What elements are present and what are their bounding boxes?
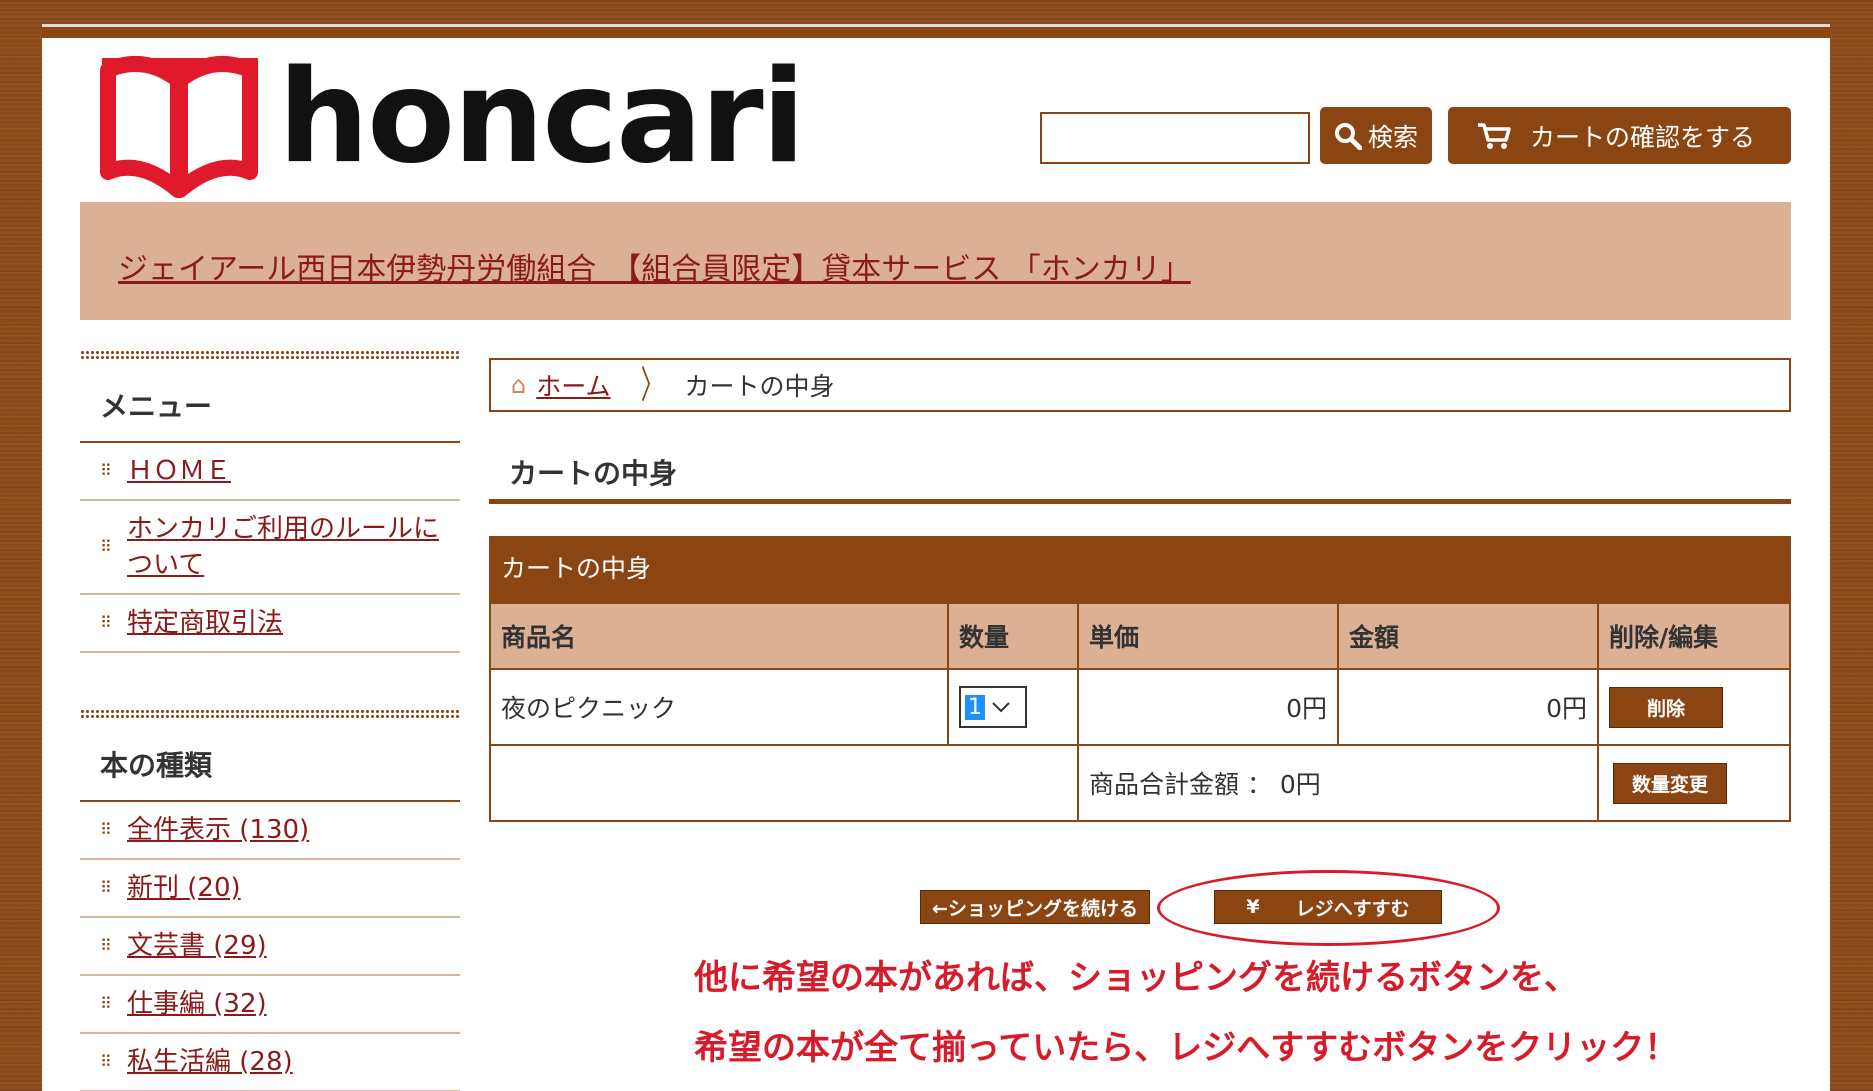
- breadcrumb: ⌂ ホーム 〉 カートの中身: [489, 358, 1791, 412]
- search-icon: [1334, 122, 1362, 150]
- action-cell: 削除: [1597, 668, 1791, 746]
- sidebar-item-label[interactable]: 特定商取引法: [127, 608, 283, 638]
- sidebar-item-new[interactable]: ⠿ 新刊 (20): [80, 860, 460, 918]
- column-header-amount: 金額: [1337, 602, 1599, 670]
- dotted-divider: [80, 709, 460, 718]
- sidebar-item-rules[interactable]: ⠿ ホンカリご利用のルールについて: [80, 501, 460, 595]
- total-row: 商品合計金額 ： 0円 数量変更: [489, 744, 1791, 822]
- sidebar-item-label[interactable]: 私生活編 (28): [127, 1047, 293, 1077]
- cart-icon: [1478, 122, 1511, 149]
- category-heading: 本の種類: [80, 718, 460, 802]
- annotation-line-1: 他に希望の本があれば、ショッピングを続けるボタンを、: [694, 958, 1578, 998]
- total-amount: 商品合計金額 ： 0円: [1077, 744, 1599, 822]
- chevron-right-icon: 〉: [640, 363, 663, 407]
- sidebar-item-label[interactable]: ＨＯＭＥ: [127, 456, 231, 486]
- sidebar-item-commerce-law[interactable]: ⠿ 特定商取引法: [80, 595, 460, 653]
- sidebar-item-private-life[interactable]: ⠿ 私生活編 (28): [80, 1034, 460, 1091]
- site-banner: ジェイアール西日本伊勢丹労働組合 【組合員限定】貸本サービス 「ホンカリ」: [80, 202, 1791, 320]
- sidebar-item-label[interactable]: 仕事編 (32): [127, 989, 267, 1019]
- home-icon: ⌂: [511, 371, 527, 399]
- total-spacer: [489, 744, 1079, 822]
- unit-price: 0円: [1077, 668, 1339, 746]
- sidebar-item-work[interactable]: ⠿ 仕事編 (32): [80, 976, 460, 1034]
- column-header-unit-price: 単価: [1077, 602, 1339, 670]
- logo-wordmark: honcari: [278, 43, 805, 192]
- breadcrumb-home-link[interactable]: ホーム: [536, 367, 610, 403]
- category-list: ⠿ 全件表示 (130) ⠿ 新刊 (20) ⠿ 文芸書 (29) ⠿ 仕事編 …: [80, 802, 460, 1091]
- table-header-row: 商品名 数量 単価 金額 削除/編集: [489, 602, 1791, 670]
- cart-table: カートの中身 商品名 数量 単価 金額 削除/編集 夜のピクニック 1 0円 0…: [489, 536, 1791, 822]
- bullet-icon: ⠿: [100, 936, 112, 955]
- menu-list: ⠿ ＨＯＭＥ ⠿ ホンカリご利用のルールについて ⠿ 特定商取引法: [80, 443, 460, 653]
- bullet-icon: ⠿: [100, 878, 112, 897]
- sidebar: メニュー ⠿ ＨＯＭＥ ⠿ ホンカリご利用のルールについて ⠿ 特定商取引法 本…: [80, 350, 460, 1091]
- breadcrumb-current: カートの中身: [684, 372, 835, 401]
- delete-button[interactable]: 削除: [1609, 686, 1723, 728]
- sidebar-item-label[interactable]: 文芸書 (29): [127, 931, 267, 961]
- quantity-value: 1: [965, 694, 985, 720]
- quantity-cell: 1: [947, 668, 1079, 746]
- bullet-icon: ⠿: [100, 537, 112, 556]
- view-cart-button[interactable]: カートの確認をする: [1448, 107, 1791, 164]
- sidebar-item-home[interactable]: ⠿ ＨＯＭＥ: [80, 443, 460, 501]
- bullet-icon: ⠿: [100, 613, 112, 632]
- sidebar-item-literature[interactable]: ⠿ 文芸書 (29): [80, 918, 460, 976]
- quantity-select[interactable]: 1: [959, 686, 1027, 728]
- sidebar-item-label[interactable]: 全件表示 (130): [127, 815, 309, 845]
- search-button[interactable]: 検索: [1320, 107, 1432, 164]
- column-header-quantity: 数量: [947, 602, 1079, 670]
- search-button-label: 検索: [1367, 122, 1418, 152]
- bullet-icon: ⠿: [100, 994, 112, 1013]
- view-cart-label: カートの確認をする: [1530, 122, 1756, 152]
- sidebar-item-label[interactable]: 新刊 (20): [127, 873, 241, 903]
- banner-link[interactable]: ジェイアール西日本伊勢丹労働組合 【組合員限定】貸本サービス 「ホンカリ」: [118, 244, 1191, 288]
- line-amount: 0円: [1337, 668, 1599, 746]
- sidebar-item-all[interactable]: ⠿ 全件表示 (130): [80, 802, 460, 860]
- annotation-line-2: 希望の本が全て揃っていたら、レジへすすむボタンをクリック！: [694, 1028, 1679, 1068]
- dotted-divider: [80, 350, 460, 359]
- menu-heading: メニュー: [80, 359, 460, 443]
- book-logo-icon: [100, 56, 258, 198]
- column-header-actions: 削除/編集: [1597, 602, 1791, 670]
- page-container: honcari 検索 カートの確認をする ジェイアール西日本伊勢丹労働組合 【組…: [42, 24, 1830, 1091]
- chevron-down-icon: [992, 702, 1010, 713]
- site-logo[interactable]: honcari: [100, 50, 805, 200]
- search-input[interactable]: [1040, 112, 1310, 164]
- sidebar-item-label[interactable]: ホンカリご利用のルールについて: [127, 514, 439, 580]
- update-quantity-button[interactable]: 数量変更: [1613, 762, 1727, 804]
- cart-table-caption: カートの中身: [489, 536, 1791, 602]
- page-title: カートの中身: [489, 438, 1791, 504]
- bullet-icon: ⠿: [100, 1052, 112, 1071]
- column-header-name: 商品名: [489, 602, 949, 670]
- update-cell: 数量変更: [1597, 744, 1791, 822]
- product-name: 夜のピクニック: [489, 668, 949, 746]
- highlight-ellipse: [1157, 870, 1500, 946]
- table-row: 夜のピクニック 1 0円 0円 削除: [489, 668, 1791, 746]
- bullet-icon: ⠿: [100, 820, 112, 839]
- bullet-icon: ⠿: [100, 461, 112, 480]
- continue-shopping-button[interactable]: ←ショッピングを続ける: [920, 890, 1150, 924]
